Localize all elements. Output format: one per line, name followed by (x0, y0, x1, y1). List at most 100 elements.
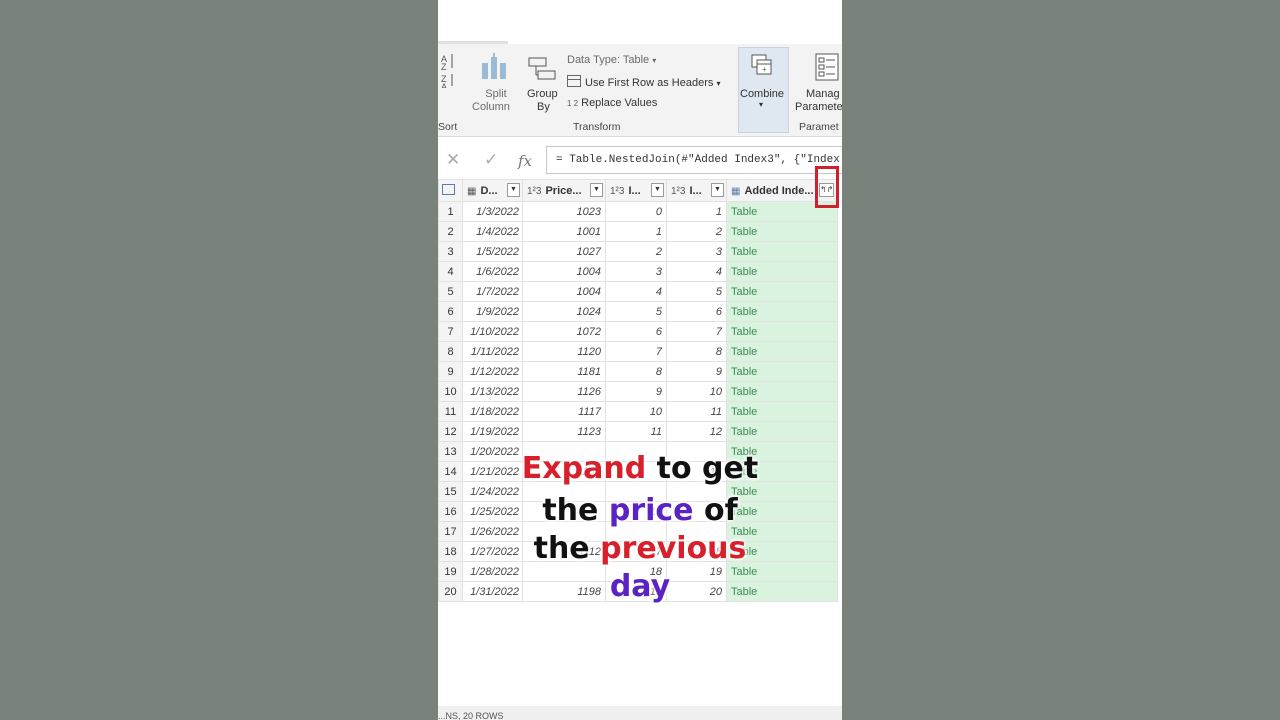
column-header[interactable]: 1²3 I... ▼ (666, 179, 727, 202)
index-cell: 4 (666, 261, 727, 282)
table-row: 2 1/4/2022 1001 1 2 Table (438, 221, 838, 242)
table-row: 8 1/11/2022 1120 7 8 Table (438, 341, 838, 362)
table-menu-icon[interactable] (442, 184, 455, 195)
use-first-row-headers-button[interactable]: Use First Row as Headers ▾ (567, 75, 720, 89)
split-column-icon[interactable] (480, 53, 510, 81)
price-cell: 1117 (522, 401, 606, 422)
row-number: 8 (438, 341, 463, 362)
manage-parameters-icon[interactable] (815, 53, 839, 81)
column-filter-dropdown-icon[interactable]: ▼ (590, 183, 603, 197)
column-header[interactable]: 1²3 I... ▼ (605, 179, 667, 202)
table-type-icon[interactable]: ▦ (731, 186, 740, 197)
date-cell: 1/12/2022 (462, 361, 523, 382)
index-cell: 9 (666, 361, 727, 382)
column-header[interactable]: 1²3 Price... ▼ (522, 179, 606, 202)
column-header[interactable]: ▦ D... ▼ (462, 179, 523, 202)
sort-group-label: Sort (438, 121, 458, 133)
column-filter-dropdown-icon[interactable]: ▼ (651, 183, 664, 197)
split-column-label-2: Column (472, 101, 510, 113)
row-number: 10 (438, 381, 463, 402)
index-cell: 5 (605, 301, 667, 322)
date-cell: 1/18/2022 (462, 401, 523, 422)
caption-word-day: day (609, 569, 671, 604)
table-link-cell[interactable]: Table (726, 221, 838, 242)
row-selector-header[interactable] (438, 179, 463, 202)
commit-check-icon[interactable]: ✓ (484, 150, 498, 170)
table-row: 6 1/9/2022 1024 5 6 Table (438, 301, 838, 322)
caption-word-price: price (608, 493, 694, 528)
use-first-row-label: Use First Row as Headers (585, 77, 714, 89)
row-number: 7 (438, 321, 463, 342)
table-link-cell[interactable]: Table (726, 401, 838, 422)
table-link-cell[interactable]: Table (726, 241, 838, 262)
expand-highlight-box (815, 166, 839, 208)
column-filter-dropdown-icon[interactable]: ▼ (507, 183, 520, 197)
table-link-cell[interactable]: Table (726, 381, 838, 402)
date-cell: 1/10/2022 (462, 321, 523, 342)
row-number: 1 (438, 201, 463, 222)
chevron-down-icon: ▾ (759, 100, 764, 109)
row-number: 11 (438, 401, 463, 422)
row-number: 5 (438, 281, 463, 302)
row-number: 4 (438, 261, 463, 282)
row-number: 3 (438, 241, 463, 262)
cancel-icon[interactable]: ✕ (446, 150, 460, 170)
row-number: 9 (438, 361, 463, 382)
date-cell: 1/6/2022 (462, 261, 523, 282)
row-number: 12 (438, 421, 463, 442)
index-cell: 6 (605, 321, 667, 342)
price-cell: 1072 (522, 321, 606, 342)
index-cell: 10 (605, 401, 667, 422)
formula-bar: ✕ ✓ fx = Table.NestedJoin(#"Added Index3… (438, 146, 842, 176)
price-cell: 1126 (522, 381, 606, 402)
replace-values-button[interactable]: 1 2 Replace Values (567, 97, 657, 109)
column-filter-dropdown-icon[interactable]: ▼ (711, 183, 724, 197)
date-type-icon[interactable]: ▦ (467, 186, 476, 197)
price-cell: 1024 (522, 301, 606, 322)
index-cell: 7 (666, 321, 727, 342)
overlay-caption: Expand to get the price of the previous … (438, 448, 842, 608)
table-link-cell[interactable]: Table (726, 261, 838, 282)
price-cell: 1023 (522, 201, 606, 222)
whole-number-type-icon[interactable]: 1²3 (527, 186, 541, 197)
table-row: 7 1/10/2022 1072 6 7 Table (438, 321, 838, 342)
power-query-window: AZZA Sort Split Column Group By Data Typ… (438, 0, 842, 720)
table-link-cell[interactable]: Table (726, 361, 838, 382)
data-type-dropdown[interactable]: Data Type: Table ▾ (567, 54, 656, 66)
column-header-label: Added Inde... (744, 184, 814, 197)
manage-parameters-label-2: Paramete (795, 101, 842, 113)
table-link-cell[interactable]: Table (726, 341, 838, 362)
column-header-row: ▦ D... ▼ 1²3 Price... ▼ 1²3 I... ▼ 1²3 I... ▼ ▦ Added… (438, 179, 838, 202)
price-cell: 1004 (522, 281, 606, 302)
index-cell: 1 (666, 201, 727, 222)
chevron-down-icon: ▾ (652, 56, 657, 65)
date-cell: 1/7/2022 (462, 281, 523, 302)
date-cell: 1/13/2022 (462, 381, 523, 402)
ribbon: AZZA Sort Split Column Group By Data Typ… (438, 44, 842, 137)
table-row: 5 1/7/2022 1004 4 5 Table (438, 281, 838, 302)
right-backdrop (842, 0, 1280, 720)
caption-word-the: the (542, 493, 609, 528)
sort-ascending-descending-icon[interactable]: AZZA (440, 50, 456, 92)
column-header-label: D... (480, 184, 498, 197)
caption-line-3: the previous (438, 528, 842, 570)
table-row: 11 1/18/2022 1117 10 11 Table (438, 401, 838, 422)
whole-number-type-icon[interactable]: 1²3 (610, 186, 624, 197)
formula-input[interactable]: = Table.NestedJoin(#"Added Index3", {"In… (546, 146, 842, 174)
index-cell: 10 (666, 381, 727, 402)
table-link-cell[interactable]: Table (726, 281, 838, 302)
table-link-cell[interactable]: Table (726, 321, 838, 342)
table-link-cell[interactable]: Table (726, 301, 838, 322)
table-link-cell[interactable]: Table (726, 421, 838, 442)
row-number: 2 (438, 221, 463, 242)
svg-text:Z: Z (441, 62, 447, 72)
left-backdrop (0, 0, 438, 720)
date-cell: 1/4/2022 (462, 221, 523, 242)
price-cell: 1001 (522, 221, 606, 242)
index-cell: 2 (666, 221, 727, 242)
group-by-icon[interactable] (528, 56, 558, 82)
index-cell: 8 (666, 341, 727, 362)
table-row: 12 1/19/2022 1123 11 12 Table (438, 421, 838, 442)
fx-icon: fx (518, 152, 533, 170)
whole-number-type-icon[interactable]: 1²3 (671, 186, 685, 197)
